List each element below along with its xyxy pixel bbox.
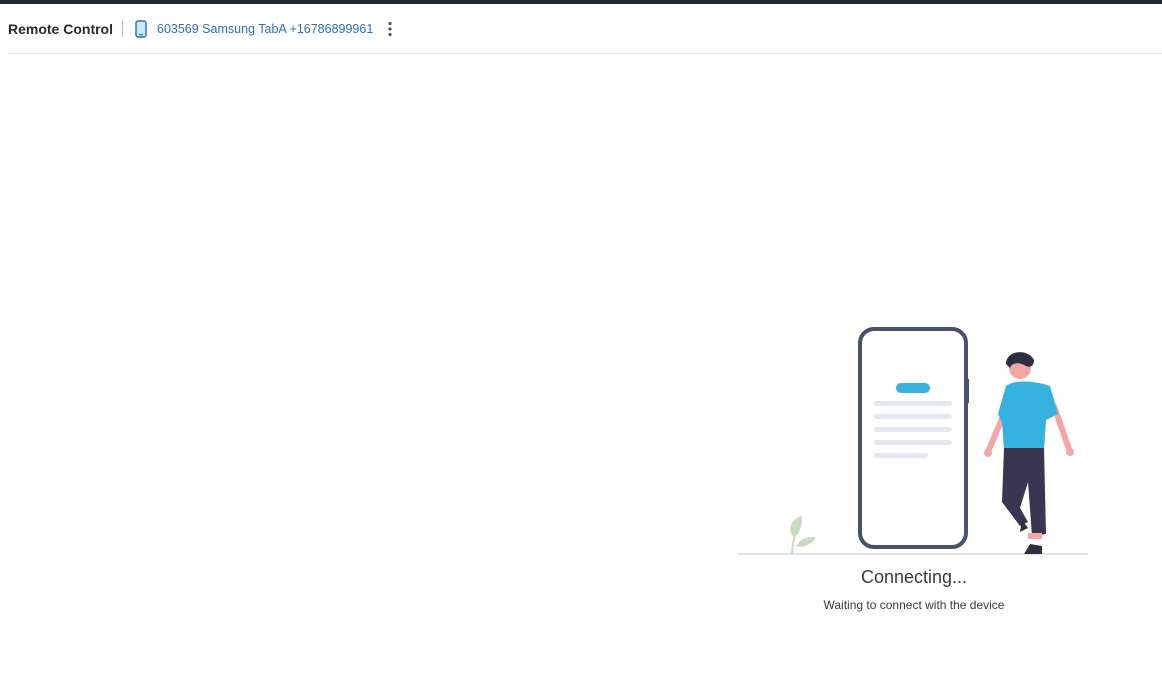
person-illustration xyxy=(984,352,1074,554)
plant-icon xyxy=(790,516,816,555)
header: Remote Control 603569 Samsung TabA +1678… xyxy=(8,4,1162,54)
status-title: Connecting... xyxy=(860,567,968,587)
header-divider xyxy=(122,20,123,37)
connecting-illustration xyxy=(738,327,1088,555)
kebab-menu-icon[interactable] xyxy=(385,19,395,39)
device-link[interactable]: 603569 Samsung TabA +16786899961 xyxy=(134,19,374,38)
device-name: 603569 Samsung TabA +16786899961 xyxy=(157,21,374,36)
page-title: Remote Control xyxy=(8,20,113,37)
phone-illustration xyxy=(858,327,969,549)
phone-icon xyxy=(134,19,148,38)
status-subtitle: Waiting to connect with the device xyxy=(823,598,1005,612)
